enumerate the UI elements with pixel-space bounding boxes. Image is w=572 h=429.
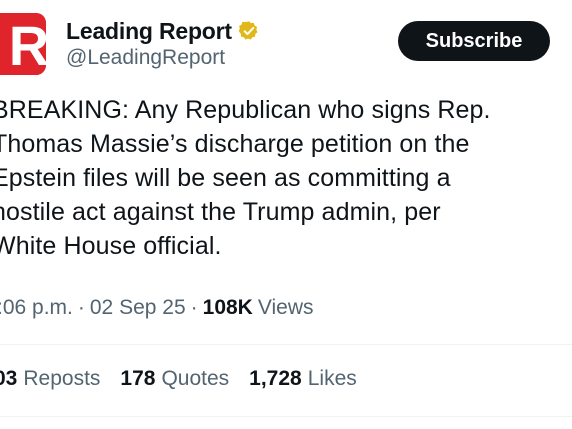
reposts-stat[interactable]: 03 Reposts bbox=[0, 367, 100, 391]
tweet-text-line: Epstein files will be seen as committing… bbox=[0, 164, 451, 192]
tweet-text-line: BREAKING: Any Republican who signs Rep. bbox=[0, 96, 491, 124]
views-count: 108K bbox=[202, 296, 253, 319]
meta-separator: · bbox=[190, 296, 198, 319]
reposts-count: 03 bbox=[0, 367, 18, 390]
logo-letter: R bbox=[9, 14, 46, 75]
tweet-text: BREAKING: Any Republican who signs Rep. … bbox=[0, 93, 572, 263]
tweet-time[interactable]: :06 p.m. bbox=[0, 296, 73, 320]
views-label: Views bbox=[257, 296, 314, 319]
quotes-label: Quotes bbox=[161, 367, 230, 390]
quotes-count: 178 bbox=[120, 367, 156, 390]
author-handle[interactable]: @LeadingReport bbox=[66, 46, 225, 70]
likes-count: 1,728 bbox=[249, 367, 302, 390]
reposts-label: Reposts bbox=[23, 367, 101, 390]
divider bbox=[0, 344, 572, 345]
subscribe-button[interactable]: Subscribe bbox=[398, 21, 550, 61]
author-name-row: Leading Report bbox=[66, 16, 260, 46]
tweet-date[interactable]: 02 Sep 25 bbox=[90, 296, 186, 320]
logo-side-text: LEADING bbox=[2, 35, 11, 71]
engagement-stats: 03 Reposts 178 Quotes 1,728 Likes bbox=[0, 367, 377, 391]
tweet-text-line: Thomas Massie’s discharge petition on th… bbox=[0, 130, 470, 158]
likes-stat[interactable]: 1,728 Likes bbox=[249, 367, 357, 391]
meta-separator: · bbox=[77, 296, 85, 319]
leading-report-logo-icon: R LEADING bbox=[0, 13, 46, 75]
divider bbox=[0, 416, 572, 417]
author-display-name[interactable]: Leading Report bbox=[66, 18, 232, 45]
tweet-text-line: hostile act against the Trump admin, per bbox=[0, 198, 441, 226]
tweet-text-line: White House official. bbox=[0, 232, 222, 260]
quotes-stat[interactable]: 178 Quotes bbox=[120, 367, 229, 391]
verified-badge-icon bbox=[238, 21, 258, 40]
tweet-meta: :06 p.m. · 02 Sep 25 · 108K Views bbox=[0, 296, 313, 320]
likes-label: Likes bbox=[307, 367, 357, 390]
leading-report-logo[interactable]: R LEADING bbox=[0, 13, 46, 75]
